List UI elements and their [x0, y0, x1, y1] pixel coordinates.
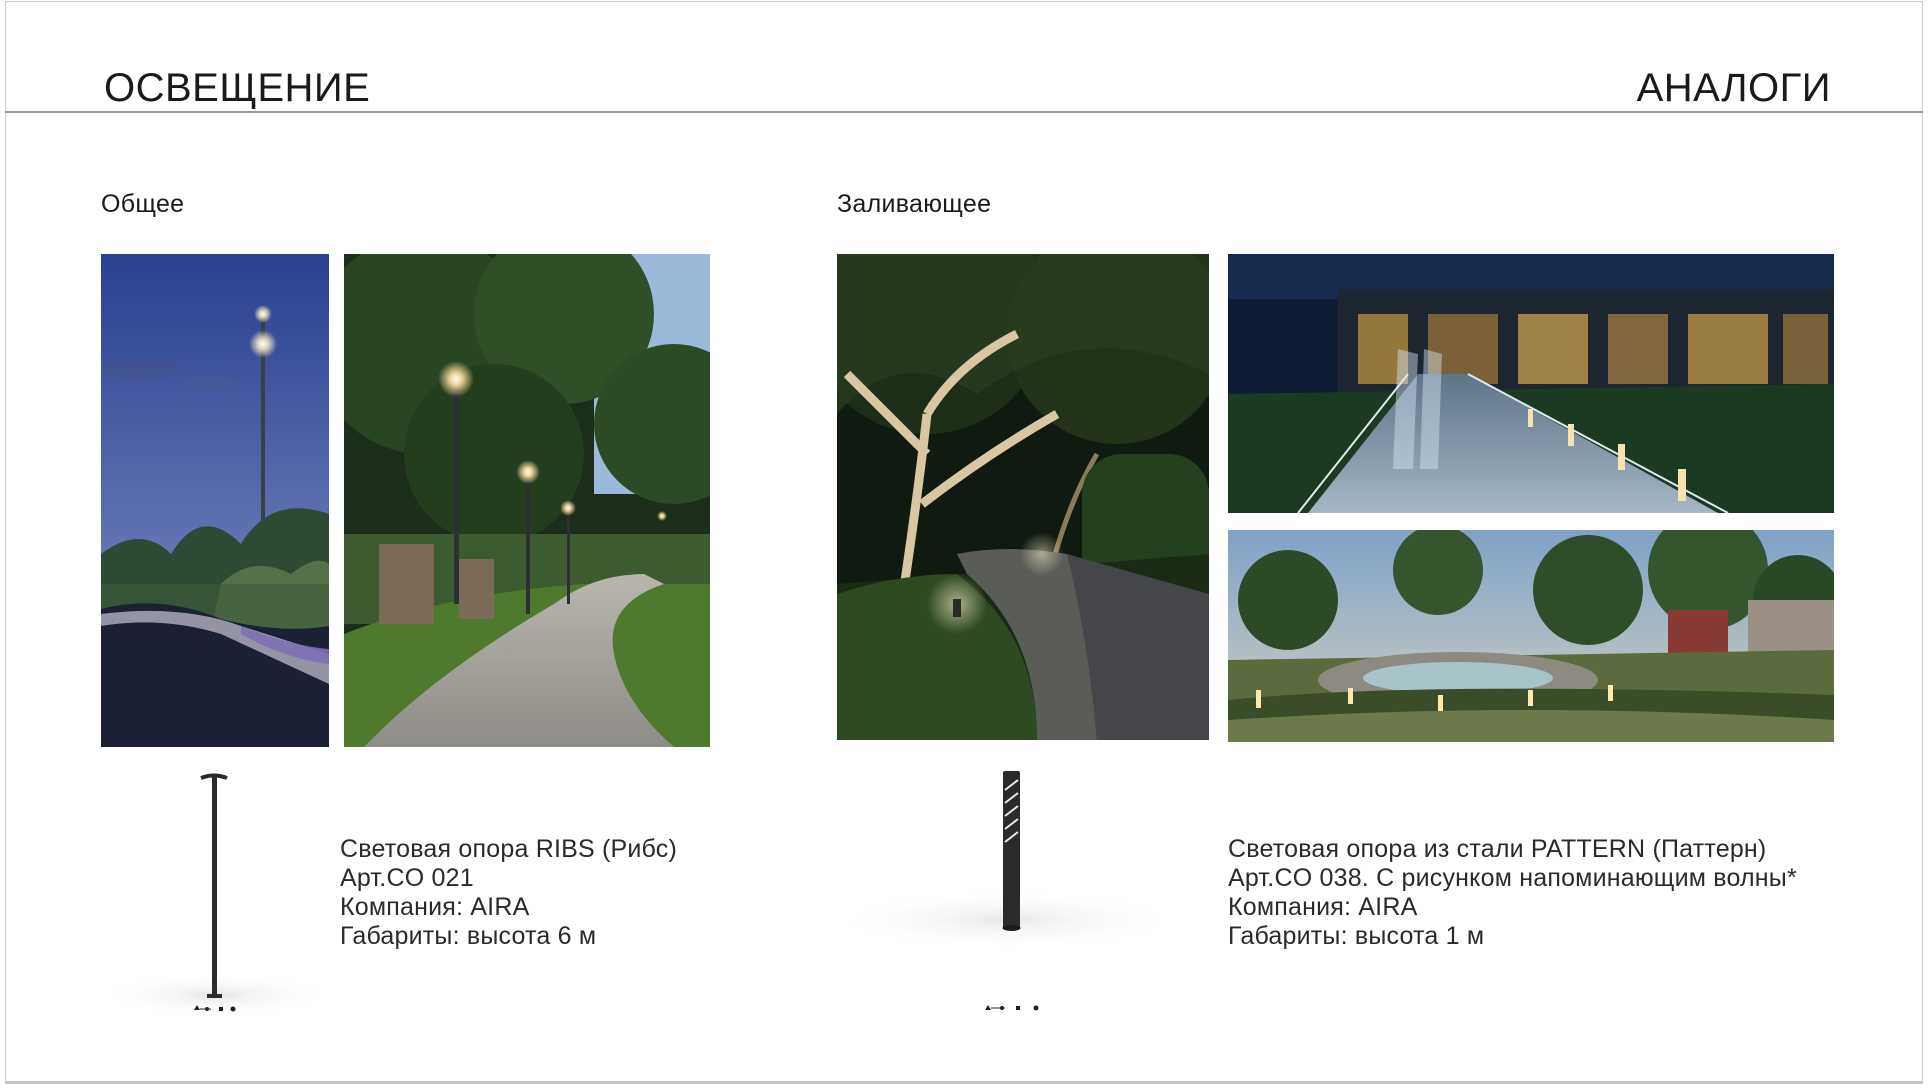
product-article: Арт.CO 038. С рисунком напоминающим волн…: [1228, 864, 1797, 892]
photo-park-path-lamps: [344, 254, 710, 747]
product-image-pattern-bollard: [837, 765, 1187, 1020]
page-title: ОСВЕЩЕНИЕ: [104, 66, 371, 110]
product-company: Компания: AIRA: [1228, 893, 1418, 921]
photo-lit-boardwalk: [1228, 254, 1834, 513]
product-name: Световая опора из стали PATTERN (Паттерн…: [1228, 835, 1767, 863]
product-description-ribs: Световая опора RIBS (Рибс) Арт.CO 021 Ко…: [340, 835, 677, 951]
product-company: Компания: AIRA: [340, 893, 530, 921]
header-divider: [5, 111, 1923, 113]
product-name: Световая опора RIBS (Рибс): [340, 835, 678, 863]
section-label-flood: Заливающее: [837, 190, 992, 218]
photo-night-path-uplights: [837, 254, 1209, 740]
product-dimensions: Габариты: высота 6 м: [340, 922, 597, 950]
product-description-pattern: Световая опора из стали PATTERN (Паттерн…: [1228, 835, 1797, 951]
product-dimensions: Габариты: высота 1 м: [1228, 922, 1485, 950]
product-article: Арт.CO 021: [340, 864, 474, 892]
product-image-ribs-pole: [101, 770, 331, 1020]
photo-park-square-dusk: [1228, 530, 1834, 742]
photo-tall-street-lamp: [101, 254, 329, 747]
page-subtitle-analogs: АНАЛОГИ: [1636, 66, 1831, 110]
section-label-general: Общее: [101, 190, 185, 218]
